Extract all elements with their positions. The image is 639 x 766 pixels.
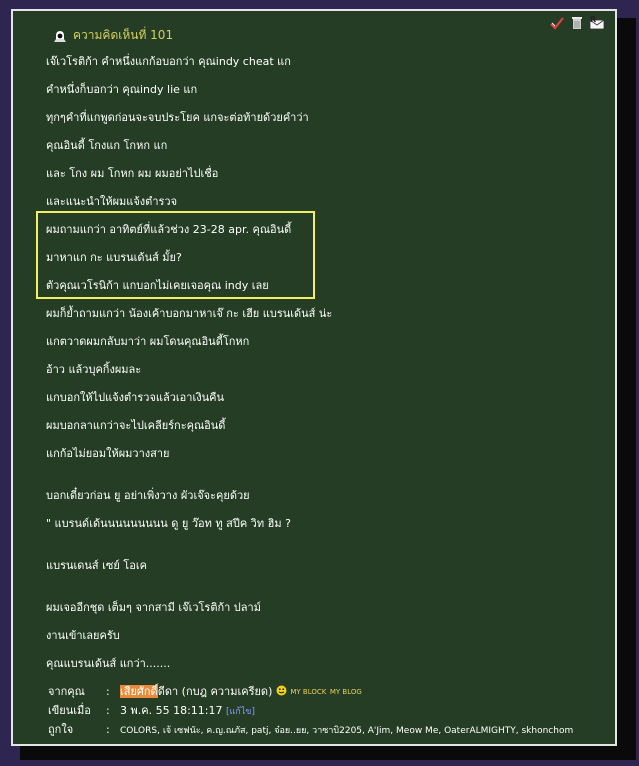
message-line: แกบอกให้ไปแจ้งตำรวจแล้วเอาเงินคืน xyxy=(46,391,224,404)
message-line: ทุกๆคำที่แกพูดก่อนจะจบประโยค แกจะต่อท้าย… xyxy=(46,111,309,124)
colon: : xyxy=(106,704,110,717)
message-line: ผมเจออีกชุด เต็มๆ จากสามี เจ๊เวโรติก้า ป… xyxy=(46,601,261,614)
author-name: ดีดา (กบฎ ความเครียด) xyxy=(157,685,273,698)
message-line: และ โกง ผม โกหก ผม ผมอย่าไปเชื่อ xyxy=(46,167,219,180)
message-line: ผมถามแกว่า อาทิตย์ที่แล้วช่วง 23-28 apr.… xyxy=(46,223,292,236)
message-line: คำหนึ่งก็บอกว่า คุณindy lie แก xyxy=(46,83,198,96)
message-line: " แบรนด์เด้นนนนนนนนน ดู ยู ว๊อท ทู สปีค … xyxy=(46,517,291,530)
message-line: คุณแบรนเด้นส์ แกว่า....... xyxy=(46,657,171,670)
reply-icon[interactable]: R xyxy=(589,15,605,30)
written-timestamp: 3 พ.ค. 55 18:11:17 xyxy=(120,704,223,717)
message-line: แบรนเดนส์ เซย์ โอเค xyxy=(46,559,147,572)
likes-label: ถูกใจ xyxy=(48,723,74,736)
message-line: ผมก็ย้ำถามแกว่า น้องเค้าบอกมาหาเจ๊ กะ เฮ… xyxy=(46,307,333,320)
from-label: จากคุณ xyxy=(48,685,85,698)
message-line: งานเข้าเลยครับ xyxy=(46,629,120,642)
hooded-figure-icon xyxy=(53,28,67,42)
meta-written-row: เขียนเมื่อ:3 พ.ค. 55 18:11:17 [แก้ไข] xyxy=(48,701,255,719)
message-line: บอกเดี๋ยวก่อน ยู อย่าเพิ่งวาง ผัวเจ๊จะคุ… xyxy=(46,489,250,502)
svg-text:R: R xyxy=(590,16,596,24)
edit-link[interactable]: [แก้ไข] xyxy=(226,707,255,717)
message-line: แกก้อไม่ยอมให้ผมวางสาย xyxy=(46,447,170,460)
comment-title: ความคิดเห็นที่ 101 xyxy=(73,27,174,42)
message-line: เจ๊เวโรติก้า คำหนึ่งแกก้อบอกว่า คุณindy … xyxy=(46,55,291,68)
author-link[interactable]: เสียศักดิ์ xyxy=(120,685,158,698)
colon: : xyxy=(106,723,110,736)
message-line: แกตวาดผมกลับมาว่า ผมโดนคุณอินดี้โกหก xyxy=(46,335,250,348)
message-line: และแนะนำให้ผมแจ้งตำรวจ xyxy=(46,195,178,208)
comment-panel: ความคิดเห็นที่ 101 R เจ๊เวโรติก้า คำหนึ่… xyxy=(11,9,617,746)
written-label: เขียนเมื่อ xyxy=(48,704,91,717)
message-line: มาหาแก กะ แบรนเด้นส์ มั้ย? xyxy=(46,251,182,264)
meta-likes-row: ถูกใจ: COLORS, เจ้ เซฟนัะ, ค.ญ.ณภัส, patj… xyxy=(48,720,573,738)
my-blog-link[interactable]: MY BLOG xyxy=(330,688,362,696)
my-block-link[interactable]: MY BLOCK xyxy=(290,688,326,696)
likes-list: COLORS, เจ้ เซฟนัะ, ค.ญ.ณภัส, patj, จ๋อย… xyxy=(120,726,574,736)
comment-tools: R xyxy=(549,15,605,30)
smiley-icon xyxy=(276,685,287,699)
check-icon[interactable] xyxy=(549,15,565,30)
comment-header: ความคิดเห็นที่ 101 xyxy=(53,26,173,44)
message-line: ผมบอกลาแกว่าจะไปเคลียร์กะคุณอินดี้ xyxy=(46,419,226,432)
message-line: อ้าว แล้วบุคกิ้งผมละ xyxy=(46,363,142,376)
trash-icon[interactable] xyxy=(569,15,585,29)
colon: : xyxy=(106,685,110,698)
message-line: คุณอินดี้ โกงแก โกหก แก xyxy=(46,139,168,152)
meta-from-row: จากคุณ: เสียศักดิ์ดีดา (กบฎ ความเครียด) M… xyxy=(48,682,362,700)
message-line: ตัวคุณเวโรนิก้า แกบอกไม่เคยเจอคุณ indy เ… xyxy=(46,279,269,292)
